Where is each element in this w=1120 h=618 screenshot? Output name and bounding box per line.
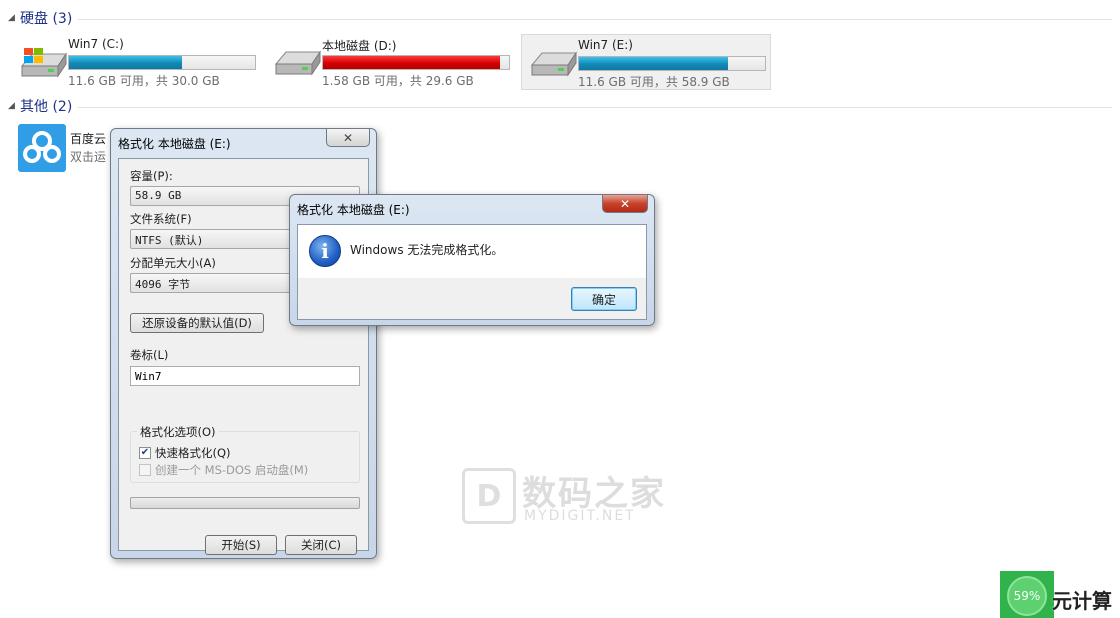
quick-format-checkbox[interactable]: ✔ 快速格式化(Q) — [139, 445, 231, 461]
close-icon[interactable]: ✕ — [326, 129, 370, 147]
watermark-text-en: MYDIGIT.NET — [524, 508, 636, 524]
speed-ball-background: 59% — [1000, 571, 1054, 618]
group-divider — [78, 106, 1112, 108]
group-title: 硬盘 (3) — [20, 11, 73, 27]
format-dialog: 格式化 本地磁盘 (E:) ✕ 容量(P): 58.9 GB 文件系统(F) N… — [110, 128, 377, 559]
capacity-label: 容量(P): — [130, 169, 173, 183]
restore-defaults-button[interactable]: 还原设备的默认值(D) — [130, 313, 264, 333]
msdos-startup-label: 创建一个 MS-DOS 启动盘(M) — [155, 463, 309, 477]
group-title: 其他 (2) — [20, 99, 73, 115]
drive-usage-fill — [323, 56, 500, 69]
drive-c[interactable]: Win7 (C:) 11.6 GB 可用，共 30.0 GB — [12, 34, 262, 90]
item-name: 百度云 — [70, 132, 107, 146]
windows-drive-icon — [20, 48, 67, 78]
group-divider — [78, 18, 1112, 20]
message-content: i Windows 无法完成格式化。 确定 — [297, 224, 647, 320]
alloc-unit-label: 分配单元大小(A) — [130, 256, 216, 270]
dialog-title: 格式化 本地磁盘 (E:) — [118, 137, 231, 151]
corner-widget-text: 元计算 — [1052, 589, 1112, 613]
hard-drive-icon — [274, 50, 321, 76]
drive-name: Win7 (E:) — [578, 38, 633, 52]
item-subtitle: 双击运 — [70, 150, 107, 164]
message-area: i Windows 无法完成格式化。 — [298, 225, 646, 278]
watermark: D 数码之家 MYDIGIT.NET — [462, 466, 664, 526]
drive-e[interactable]: Win7 (E:) 11.6 GB 可用，共 58.9 GB — [521, 34, 771, 90]
volume-label-label: 卷标(L) — [130, 348, 169, 362]
speed-ball-percent[interactable]: 59% — [1007, 576, 1047, 616]
baidu-cloud-item[interactable]: 百度云 双击运 — [18, 124, 118, 174]
drive-free-space: 1.58 GB 可用，共 29.6 GB — [322, 74, 474, 88]
close-button[interactable]: 关闭(C) — [285, 535, 357, 555]
error-message-box: 格式化 本地磁盘 (E:) ✕ i Windows 无法完成格式化。 确定 — [289, 194, 655, 326]
filesystem-label: 文件系统(F) — [130, 212, 192, 226]
drive-free-space: 11.6 GB 可用，共 30.0 GB — [68, 74, 220, 88]
watermark-logo-icon: D — [462, 468, 516, 524]
drive-usage-fill — [579, 57, 728, 70]
drive-d[interactable]: 本地磁盘 (D:) 1.58 GB 可用，共 29.6 GB — [266, 34, 516, 90]
hard-drive-icon — [530, 51, 577, 77]
group-header-others[interactable]: ◢ 其他 (2) — [8, 96, 1112, 116]
drive-usage-bar — [68, 55, 256, 70]
ok-button[interactable]: 确定 — [571, 287, 637, 311]
corner-widget[interactable]: 59% 元计算 — [1000, 571, 1115, 618]
dialog-title: 格式化 本地磁盘 (E:) — [297, 203, 410, 217]
quick-format-label: 快速格式化(Q) — [155, 446, 231, 460]
drive-usage-bar — [578, 56, 766, 71]
checkbox-check-icon: ✔ — [139, 447, 151, 459]
message-text: Windows 无法完成格式化。 — [350, 243, 504, 257]
group-header-hard-disks[interactable]: ◢ 硬盘 (3) — [8, 8, 1112, 28]
collapse-triangle-icon[interactable]: ◢ — [8, 13, 20, 23]
info-icon: i — [309, 235, 341, 267]
volume-label-input[interactable] — [130, 366, 360, 386]
format-progress-bar — [130, 497, 360, 509]
collapse-triangle-icon[interactable]: ◢ — [8, 101, 20, 111]
format-options-group: 格式化选项(O) ✔ 快速格式化(Q) 创建一个 MS-DOS 启动盘(M) — [130, 424, 360, 483]
start-button[interactable]: 开始(S) — [205, 535, 277, 555]
drive-usage-bar — [322, 55, 510, 70]
drive-name: 本地磁盘 (D:) — [322, 39, 397, 53]
drive-name: Win7 (C:) — [68, 37, 124, 51]
format-options-title: 格式化选项(O) — [137, 424, 219, 440]
baidu-cloud-icon — [18, 124, 66, 172]
checkbox-box-icon — [139, 464, 151, 476]
drive-usage-fill — [69, 56, 183, 69]
close-icon[interactable]: ✕ — [602, 195, 648, 213]
msdos-startup-checkbox[interactable]: 创建一个 MS-DOS 启动盘(M) — [139, 462, 308, 478]
drive-free-space: 11.6 GB 可用，共 58.9 GB — [578, 75, 730, 89]
